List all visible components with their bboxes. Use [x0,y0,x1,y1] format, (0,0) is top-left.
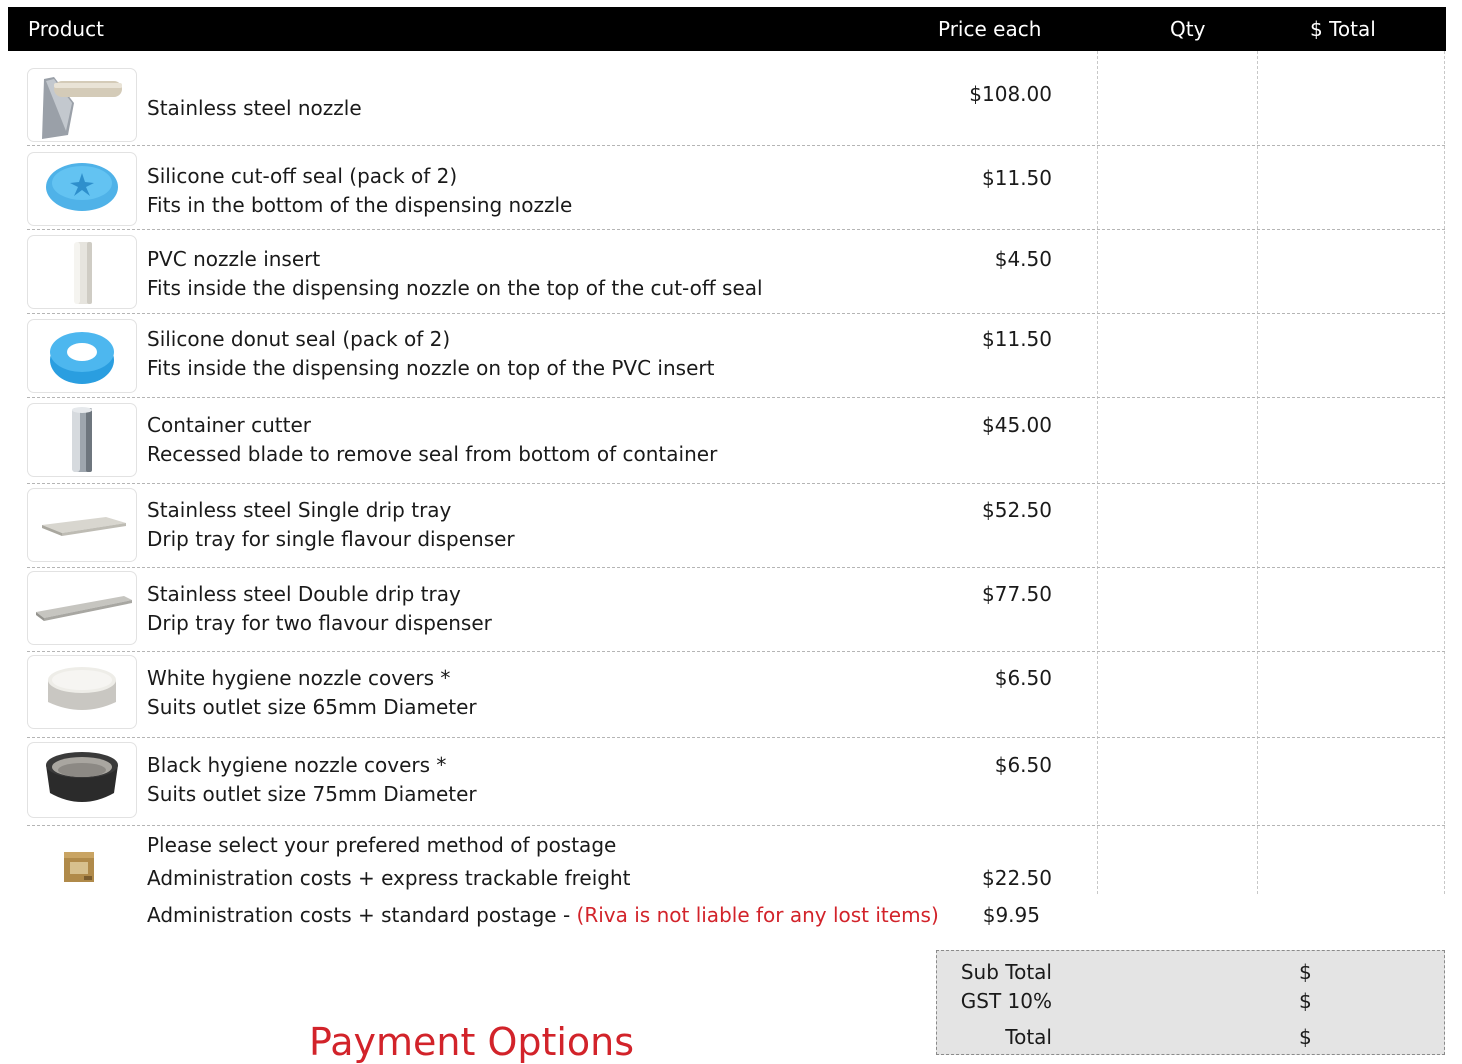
row-divider [27,651,1445,652]
postage-heading: Please select your prefered method of po… [147,833,617,857]
product-description: Recessed blade to remove seal from botto… [147,442,718,466]
donut-seal-icon [27,319,137,393]
product-price: $4.50 [994,247,1052,271]
header-product: Product [28,17,104,41]
product-description: Suits outlet size 75mm Diameter [147,782,477,806]
product-price: $6.50 [994,666,1052,690]
product-name: PVC nozzle insert [147,247,321,271]
standard-postage-label: Administration costs + standard postage … [147,903,577,927]
row-divider [27,825,1445,826]
product-price: $108.00 [969,82,1052,106]
white-nozzle-cover-icon [27,655,137,729]
pvc-insert-icon [27,235,137,309]
product-name: Container cutter [147,413,311,437]
product-price: $52.50 [982,498,1052,522]
right-table-border [1444,51,1445,894]
product-description: Suits outlet size 65mm Diameter [147,695,477,719]
row-divider [27,567,1445,568]
product-name: Black hygiene nozzle covers * [147,753,447,777]
row-divider [27,397,1445,398]
product-name: Stainless steel nozzle [147,96,362,120]
row-divider [27,313,1445,314]
standard-postage-option[interactable]: Administration costs + standard postage … [147,903,939,927]
row-divider [27,483,1445,484]
cut-off-seal-icon [27,152,137,226]
product-name: Stainless steel Single drip tray [147,498,452,522]
payment-options-title: Payment Options [309,1020,635,1064]
gst-currency: $ [1299,989,1312,1013]
row-divider [27,229,1445,230]
steel-nozzle-icon [27,68,137,142]
product-description: Fits inside the dispensing nozzle on the… [147,276,763,300]
subtotal-label: Sub Total [960,960,1052,984]
double-drip-tray-icon [27,571,137,645]
header-total: $ Total [1310,17,1376,41]
black-nozzle-cover-icon [27,742,137,818]
totals-box: Sub Total $ GST 10% $ Total $ [936,950,1445,1055]
product-name: Silicone cut-off seal (pack of 2) [147,164,458,188]
product-description: Drip tray for single flavour dispenser [147,527,515,551]
row-divider [27,737,1445,738]
product-price: $45.00 [982,413,1052,437]
product-description: Fits inside the dispensing nozzle on top… [147,356,715,380]
qty-column-divider [1097,51,1098,894]
product-price: $11.50 [982,166,1052,190]
product-name: Silicone donut seal (pack of 2) [147,327,451,351]
product-price: $6.50 [994,753,1052,777]
total-column-divider [1257,51,1258,894]
gst-label: GST 10% [960,989,1052,1013]
container-cutter-icon [27,403,137,477]
product-price: $11.50 [982,327,1052,351]
parcel-box-icon [62,848,96,884]
header-qty: Qty [1170,17,1206,41]
table-header: Product Price each Qty $ Total [8,7,1446,51]
product-name: White hygiene nozzle covers * [147,666,451,690]
express-postage-price: $22.50 [982,866,1052,890]
total-label: Total [1005,1025,1052,1049]
standard-postage-price: $9.95 [982,903,1040,927]
single-drip-tray-icon [27,488,137,562]
product-description: Fits in the bottom of the dispensing noz… [147,193,573,217]
subtotal-currency: $ [1299,960,1312,984]
header-price-each: Price each [938,17,1042,41]
row-divider [27,145,1445,146]
total-currency: $ [1299,1025,1312,1049]
liability-warning: (Riva is not liable for any lost items) [576,903,939,927]
product-price: $77.50 [982,582,1052,606]
product-name: Stainless steel Double drip tray [147,582,461,606]
product-description: Drip tray for two flavour dispenser [147,611,492,635]
express-postage-option[interactable]: Administration costs + express trackable… [147,866,630,890]
